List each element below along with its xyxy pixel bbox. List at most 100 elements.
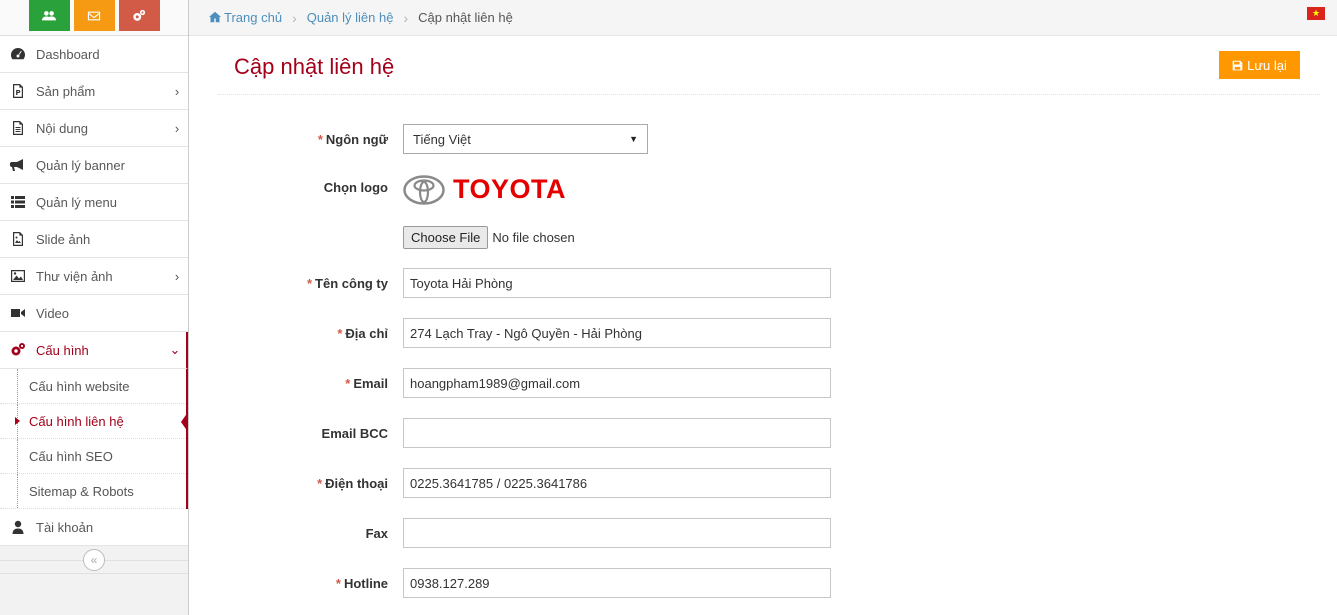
submenu-item-sitemap[interactable]: Sitemap & Robots [0, 474, 186, 509]
form-row-email-bcc: Email BCC [218, 418, 1018, 448]
video-camera-icon [0, 305, 36, 321]
form-row-fax: Fax [218, 518, 1018, 548]
collapse-sidebar-button[interactable]: « [83, 548, 105, 571]
bullhorn-icon [0, 157, 36, 173]
required-mark: * [306, 275, 313, 291]
sidebar-item-dashboard[interactable]: Dashboard [0, 36, 188, 73]
breadcrumb-current: Cập nhật liên hệ [418, 10, 513, 25]
required-mark: * [335, 575, 341, 591]
submenu-item-seo-config[interactable]: Cấu hình SEO [0, 439, 186, 474]
breadcrumb-home-link[interactable]: Trang chủ [224, 10, 282, 25]
submenu-item-label: Cấu hình liên hệ [29, 413, 124, 429]
form-row-address: * Địa chỉ 274 Lạch Tray - Ngô Quyền - Hải… [218, 318, 1018, 348]
sidebar-item-label: Dashboard [36, 46, 100, 62]
language-label: * Ngôn ngữ [218, 132, 403, 147]
caret-right-icon [15, 417, 20, 425]
form-row-phone: * Điện thoại 0225.3641785 / 0225.3641786 [218, 468, 1018, 498]
logo-preview: TOYOTA [403, 174, 566, 205]
email-label: * Email [218, 376, 403, 391]
sidebar-item-slides[interactable]: Slide ảnh [0, 221, 188, 258]
chevron-right-icon: › [174, 83, 180, 99]
email-bcc-field[interactable] [403, 418, 831, 448]
submenu-item-contact-config[interactable]: Cấu hình liên hệ [0, 404, 188, 439]
user-icon [0, 519, 36, 535]
page-header: Cập nhật liên hệ Lưu lại [218, 36, 1320, 95]
language-select-value: Tiếng Việt [413, 131, 471, 147]
breadcrumb: Trang chủ › Quản lý liên hệ › Cập nhật l… [189, 0, 1337, 36]
users-icon [42, 10, 56, 20]
sidebar: Dashboard P Sản phẩm › Nội dung › Quản l… [0, 0, 189, 615]
phone-label-text: Điện thoại [325, 475, 388, 491]
form-row-company: * Tên công ty Toyota Hải Phòng [218, 268, 1018, 298]
sidebar-item-content[interactable]: Nội dung › [0, 110, 188, 147]
language-select[interactable]: Tiếng Việt ▼ [403, 124, 648, 154]
cogs-icon [133, 9, 146, 21]
users-shortcut-button[interactable] [28, 0, 70, 31]
required-mark: * [317, 131, 323, 147]
logo-label: Chọn logo [218, 174, 403, 195]
phone-label: * Điện thoại [218, 476, 403, 491]
logo-label-text: Chọn logo [323, 180, 388, 195]
company-name-field[interactable]: Toyota Hải Phòng [403, 268, 831, 298]
sidebar-item-account[interactable]: Tài khoản [0, 509, 188, 546]
address-field[interactable]: 274 Lạch Tray - Ngô Quyền - Hải Phòng [403, 318, 831, 348]
sidebar-item-video[interactable]: Video [0, 295, 188, 332]
breadcrumb-separator-icon: › [403, 9, 409, 26]
mail-shortcut-button[interactable] [73, 0, 115, 31]
form-row-language: * Ngôn ngữ Tiếng Việt ▼ [218, 124, 1018, 154]
settings-shortcut-button[interactable] [118, 0, 160, 31]
save-button-label: Lưu lại [1247, 57, 1287, 73]
sidebar-item-label: Quản lý banner [36, 157, 125, 173]
dashboard-icon [0, 46, 36, 62]
product-icon: P [0, 83, 36, 99]
page-title: Cập nhật liên hệ [234, 53, 395, 79]
email-field[interactable]: hoangpham1989@gmail.com [403, 368, 831, 398]
address-label-text: Địa chỉ [345, 325, 388, 341]
company-label-text: Tên công ty [315, 275, 388, 291]
svg-text:P: P [16, 89, 21, 97]
email-bcc-label-text: Email BCC [321, 425, 388, 441]
file-status-text: No file chosen [492, 230, 575, 245]
vietnam-flag-icon[interactable]: ★ [1307, 7, 1325, 20]
hotline-field[interactable]: 0938.127.289 [403, 568, 831, 598]
submenu-item-website-config[interactable]: Cấu hình website [0, 369, 186, 404]
form-row-file: Choose File No file chosen [218, 226, 1018, 249]
sidebar-item-menu[interactable]: Quản lý menu [0, 184, 188, 221]
sidebar-collapse-bar: « [0, 546, 188, 574]
list-icon [0, 194, 36, 210]
submenu-item-label: Cấu hình website [29, 378, 130, 394]
phone-field[interactable]: 0225.3641785 / 0225.3641786 [403, 468, 831, 498]
sidebar-item-label: Video [36, 305, 70, 321]
sidebar-item-products[interactable]: P Sản phẩm › [0, 73, 188, 110]
sidebar-item-settings[interactable]: Cấu hình ⌄ [0, 332, 188, 369]
form-row-email: * Email hoangpham1989@gmail.com [218, 368, 1018, 398]
floppy-disk-icon [1232, 60, 1243, 70]
choose-file-button[interactable]: Choose File [403, 226, 489, 249]
sidebar-item-label: Quản lý menu [36, 194, 117, 210]
envelope-icon [87, 11, 101, 20]
form-row-logo: Chọn logo TOYOTA [218, 174, 1018, 205]
company-label: * Tên công ty [218, 276, 403, 291]
sidebar-item-banner[interactable]: Quản lý banner [0, 147, 188, 184]
breadcrumb-parent-link[interactable]: Quản lý liên hệ [307, 10, 394, 25]
sidebar-item-label: Tài khoản [36, 519, 94, 535]
sidebar-item-gallery[interactable]: Thư viện ảnh › [0, 258, 188, 295]
fax-field[interactable] [403, 518, 831, 548]
save-button[interactable]: Lưu lại [1219, 51, 1300, 79]
email-label-text: Email [353, 375, 388, 391]
toyota-emblem-icon [403, 174, 445, 205]
image-file-icon [0, 231, 36, 247]
language-label-text: Ngôn ngữ [325, 131, 388, 147]
cogs-icon [0, 342, 36, 358]
required-mark: * [345, 375, 351, 391]
chevron-down-icon: ⌄ [169, 342, 181, 357]
form-row-hotline: * Hotline 0938.127.289 [218, 568, 1018, 598]
toyota-logo-text: TOYOTA [453, 174, 567, 204]
submenu-item-label: Cấu hình SEO [29, 448, 113, 464]
home-icon [209, 10, 224, 25]
sidebar-shortcuts [0, 0, 188, 36]
required-mark: * [317, 475, 323, 491]
sidebar-item-label: Cấu hình [36, 342, 89, 358]
picture-icon [0, 268, 36, 284]
sidebar-item-label: Thư viện ảnh [36, 268, 113, 284]
